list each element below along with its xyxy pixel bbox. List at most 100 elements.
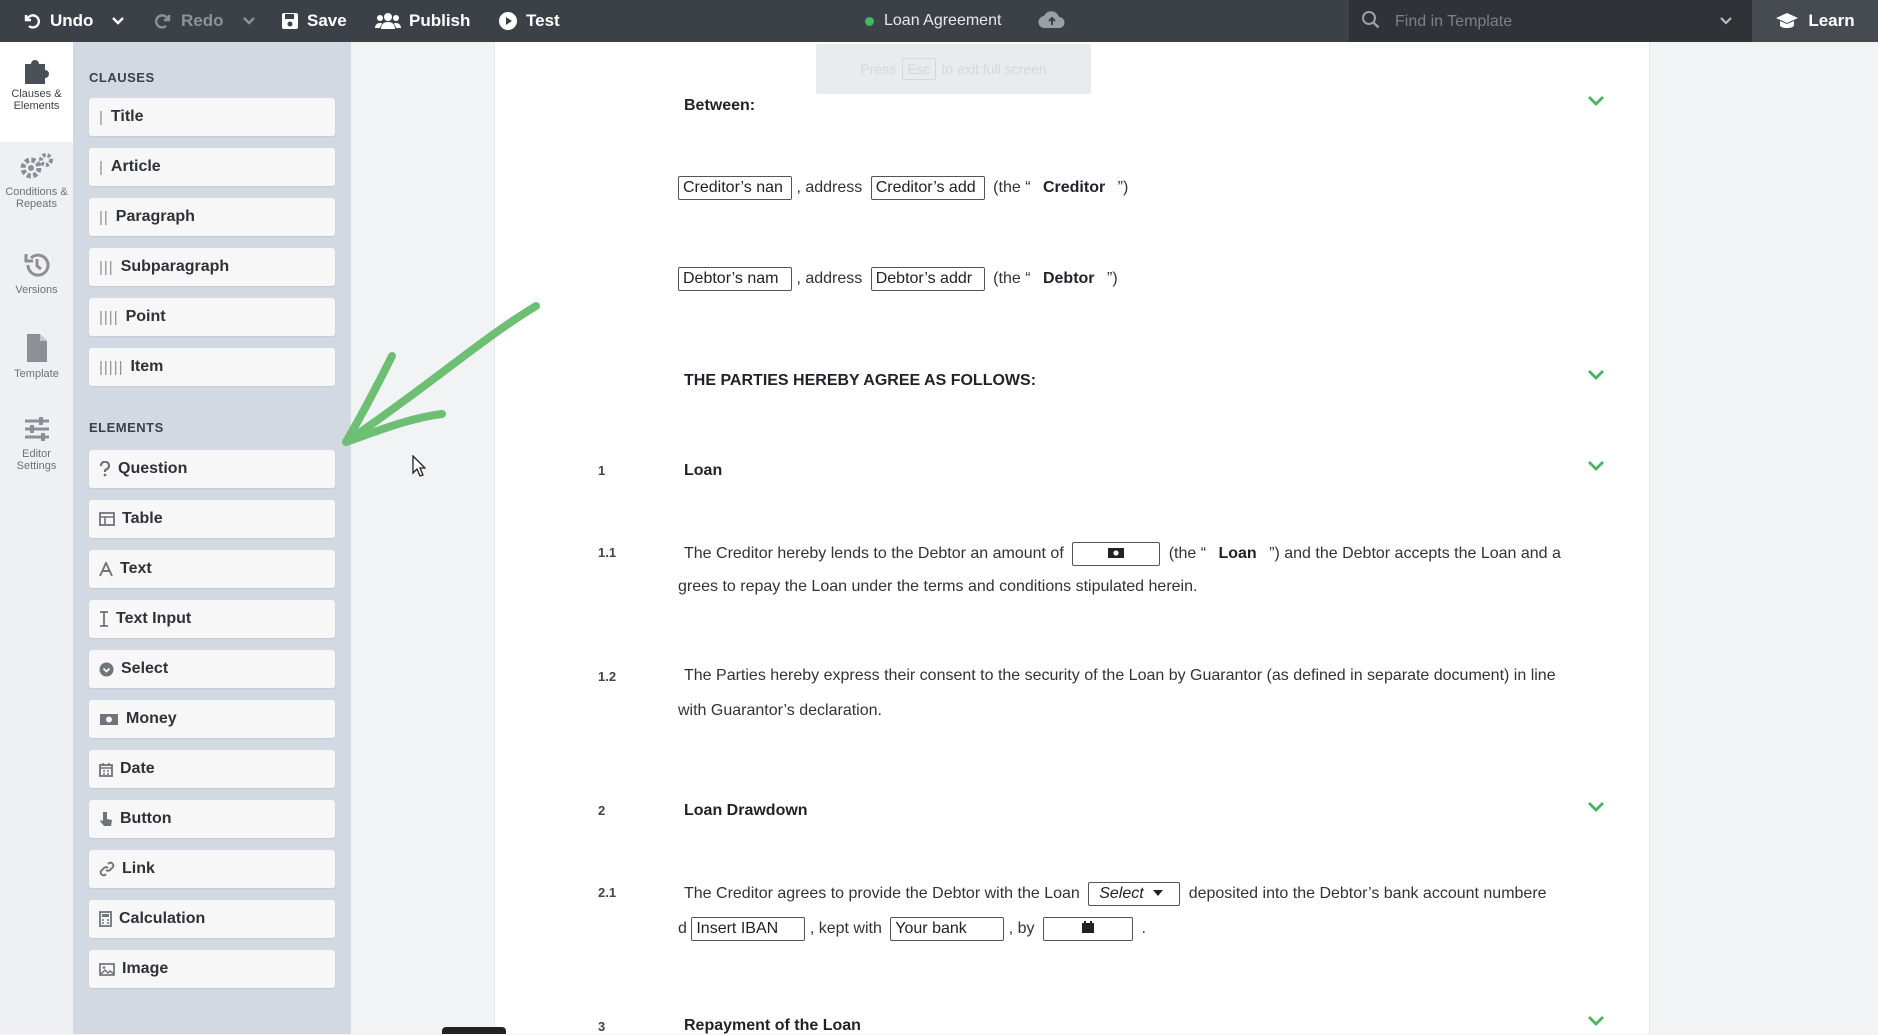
creditor-address-field[interactable]: Creditor’s add [870, 176, 985, 200]
clause-label: Title [110, 108, 144, 125]
document-title-label: Loan Agreement [884, 12, 1002, 29]
rail-clauses-elements[interactable]: Clauses & Elements [0, 42, 73, 142]
indent-bars-icon: || [99, 208, 109, 226]
date-field[interactable] [1043, 917, 1133, 941]
element-select[interactable]: Select [89, 650, 335, 688]
element-label: Link [122, 860, 155, 877]
redo-button[interactable]: Redo [153, 0, 256, 42]
top-toolbar: Undo Redo Save Publish Test Loan Agreeme… [0, 0, 1878, 42]
text: The Creditor agrees to provide the Debto… [684, 885, 1080, 903]
element-link[interactable]: Link [89, 850, 335, 888]
calendar-icon [1082, 921, 1094, 933]
save-button[interactable]: Save [281, 0, 347, 42]
caret-down-icon [1152, 890, 1163, 896]
annotation-arrow [342, 302, 540, 446]
between-heading: Between: [684, 97, 756, 114]
element-button[interactable]: Button [89, 800, 335, 838]
clause-label: Point [125, 308, 166, 325]
redo-label: Redo [181, 11, 224, 30]
clause-title[interactable]: | Title [89, 98, 335, 136]
rail-versions[interactable]: Versions [0, 250, 73, 296]
document-icon [26, 334, 47, 362]
chevron-down-icon[interactable] [111, 16, 125, 26]
element-text[interactable]: Text [89, 550, 335, 588]
element-image[interactable]: Image [89, 950, 335, 988]
undo-icon [24, 14, 41, 29]
text-icon [99, 561, 113, 577]
indent-bars-icon: | [99, 158, 104, 176]
rail-template[interactable]: Template [0, 332, 73, 380]
text: grees to repay the Loan under the terms … [678, 578, 1198, 595]
clause-number: 3 [598, 1019, 606, 1034]
creditor-term: Creditor [1042, 179, 1106, 197]
chevron-down-icon[interactable] [242, 16, 256, 26]
chevron-down-icon[interactable] [1719, 16, 1733, 26]
element-money[interactable]: Money [89, 700, 335, 738]
debtor-name-field[interactable]: Debtor’s nam [678, 267, 792, 291]
element-question[interactable]: Question [89, 450, 335, 488]
select-dropdown[interactable]: Select [1088, 882, 1181, 906]
clause-subparagraph[interactable]: ||| Subparagraph [89, 248, 335, 286]
iban-field[interactable]: Insert IBAN [691, 917, 806, 941]
text: ”) [1117, 179, 1129, 197]
indent-bars-icon: ||| [99, 258, 114, 276]
clause-label: Subparagraph [120, 258, 230, 275]
clause-number: 2.1 [598, 885, 617, 900]
element-calculation[interactable]: Calculation [89, 900, 335, 938]
clause-title: Loan [684, 462, 723, 479]
clause-label: Paragraph [115, 208, 195, 225]
search-icon [1362, 11, 1380, 29]
select-value: Select [1099, 885, 1144, 902]
play-circle-icon [499, 12, 517, 30]
undo-button[interactable]: Undo [22, 0, 125, 42]
rail-label: Versions [15, 284, 58, 296]
clause-item[interactable]: ||||| Item [89, 348, 335, 386]
chevron-down-icon[interactable] [1586, 94, 1606, 108]
rail-label: Conditions & [5, 186, 68, 198]
money-icon [99, 713, 119, 726]
clause-2-1-line-1: The Creditor agrees to provide the Debto… [684, 882, 1547, 906]
indent-bars-icon: | [99, 108, 104, 126]
creditor-name-field[interactable]: Creditor’s nan [678, 176, 792, 200]
test-button[interactable]: Test [498, 0, 560, 42]
question-icon [99, 461, 111, 477]
cloud-upload-icon[interactable] [1038, 9, 1066, 31]
clause-point[interactable]: |||| Point [89, 298, 335, 336]
debtor-address-field[interactable]: Debtor’s addr [870, 267, 985, 291]
element-label: Button [120, 810, 172, 827]
debtor-line: Debtor’s nam , address Debtor’s addr (th… [678, 267, 1118, 291]
search-input[interactable] [1393, 8, 1707, 36]
floppy-disk-icon [282, 13, 298, 29]
gears-icon [20, 153, 53, 179]
chevron-down-icon[interactable] [1586, 368, 1606, 382]
clause-number: 1.1 [598, 545, 617, 560]
template-search [1349, 0, 1752, 42]
text: , by [1008, 920, 1035, 938]
pointer-icon [99, 811, 113, 827]
element-date[interactable]: Date [89, 750, 335, 788]
element-text-input[interactable]: Text Input [89, 600, 335, 638]
money-field[interactable] [1072, 542, 1161, 566]
chevron-down-icon[interactable] [1586, 800, 1606, 814]
rail-conditions-repeats[interactable]: Conditions & Repeats [0, 152, 73, 210]
rail-editor-settings[interactable]: Editor Settings [0, 414, 73, 472]
element-label: Text Input [116, 610, 192, 627]
history-icon [24, 253, 49, 277]
clause-label: Item [130, 358, 164, 375]
clause-number: 1.2 [598, 669, 617, 684]
elements-heading: ELEMENTS [89, 420, 164, 435]
users-icon [375, 13, 401, 29]
clause-paragraph[interactable]: || Paragraph [89, 198, 335, 236]
chevron-down-icon[interactable] [1586, 459, 1606, 473]
publish-button[interactable]: Publish [375, 0, 470, 42]
element-label: Text [120, 560, 152, 577]
save-label: Save [307, 11, 347, 30]
learn-button[interactable]: Learn [1752, 0, 1878, 42]
bank-field[interactable]: Your bank [890, 917, 1005, 941]
clause-number: 1 [598, 463, 606, 478]
element-table[interactable]: Table [89, 500, 335, 538]
chevron-down-icon[interactable] [1586, 1014, 1606, 1028]
sliders-icon [24, 417, 49, 441]
clause-article[interactable]: | Article [89, 148, 335, 186]
clause-1-1-line-1: The Creditor hereby lends to the Debtor … [684, 542, 1561, 566]
